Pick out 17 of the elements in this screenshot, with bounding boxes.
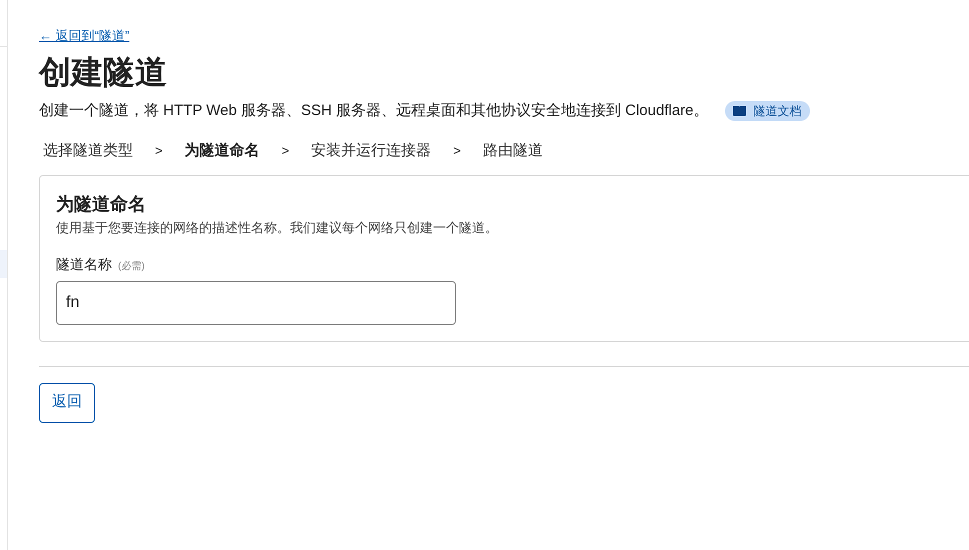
field-label: 隧道名称 <box>56 254 112 274</box>
docs-badge[interactable]: 隧道文档 <box>724 101 810 122</box>
back-link[interactable]: ← 返回到“隧道” <box>39 28 130 43</box>
step-tab[interactable]: 安装并运行连接器 <box>311 140 432 162</box>
card-subtitle: 使用基于您要连接的网络的描述性名称。我们建议每个网络只创建一个隧道。 <box>56 219 499 237</box>
step-separator: > <box>282 142 290 160</box>
field-hint: (必需) <box>118 260 145 274</box>
step-tab[interactable]: 选择隧道类型 <box>43 140 133 162</box>
step-tab[interactable]: 路由隧道 <box>482 140 543 162</box>
step-separator: > <box>155 142 163 160</box>
page-description: 创建一个隧道，将 HTTP Web 服务器、SSH 服务器、远程桌面和其他协议安全地连接到 Cloudflare。 <box>39 101 709 121</box>
tunnel-name-field[interactable]: fn <box>56 280 456 324</box>
back-button[interactable]: 返回 <box>39 382 95 422</box>
card-title: 为隧道命名 <box>56 193 147 216</box>
step-separator: > <box>453 142 461 160</box>
step-tab[interactable]: 为隧道命名 <box>184 140 260 162</box>
page-title: 创建隧道 <box>39 53 168 92</box>
